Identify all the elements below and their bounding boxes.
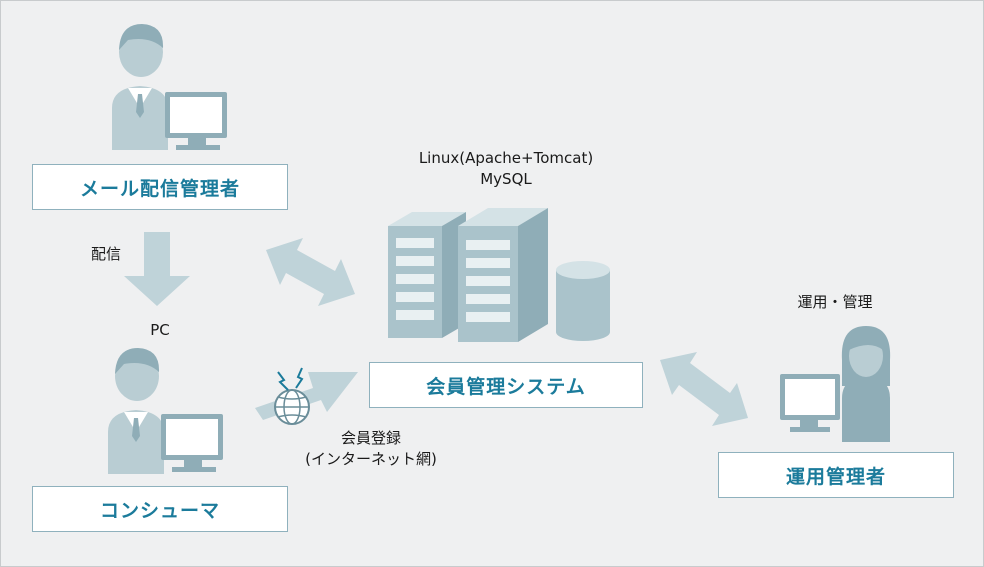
- member-system-box: 会員管理システム: [369, 362, 643, 408]
- server-label-line1: Linux(Apache+Tomcat): [418, 149, 594, 167]
- pc-label: PC: [150, 321, 170, 339]
- bidirectional-arrow: [266, 238, 355, 306]
- ops-label: 運用・管理: [797, 293, 873, 311]
- server-label-line2: MySQL: [480, 170, 532, 188]
- delivery-arrow: [124, 232, 190, 306]
- bidirectional-arrow: [660, 352, 748, 426]
- globe-icon: [274, 389, 310, 425]
- registration-label: 会員登録 (インターネット網): [276, 428, 466, 470]
- server-icon: [388, 212, 466, 338]
- server-label: Linux(Apache+Tomcat) MySQL: [356, 148, 656, 190]
- person-pc-icon: [112, 24, 227, 150]
- person-pc-icon: [108, 348, 223, 474]
- ops-admin-box: 運用管理者: [718, 452, 954, 498]
- delivery-label: 配信: [90, 245, 121, 263]
- woman-pc-icon: [780, 326, 891, 442]
- signal-icon: [277, 367, 304, 391]
- mail-admin-box: メール配信管理者: [32, 164, 288, 210]
- consumer-box: コンシューマ: [32, 486, 288, 532]
- registration-label-line2: (インターネット網): [305, 450, 437, 468]
- registration-label-line1: 会員登録: [340, 429, 401, 447]
- server-icon: [458, 208, 548, 342]
- database-icon: [556, 261, 610, 341]
